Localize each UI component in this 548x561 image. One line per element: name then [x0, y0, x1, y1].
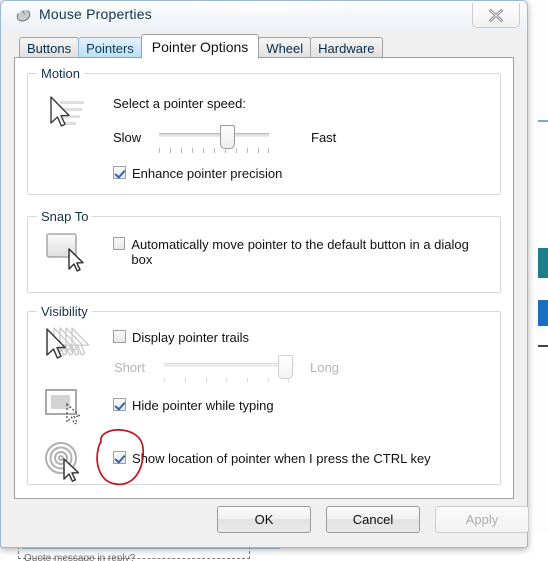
display-pointer-trails-checkbox[interactable]	[113, 330, 126, 343]
bg-right-rule-2	[538, 345, 548, 347]
tab-page-pointer-options: Motion Select a pointer speed: Slow Fast…	[14, 57, 514, 499]
display-pointer-trails-row[interactable]: Display pointer trails	[113, 330, 249, 345]
trails-slider-thumb[interactable]	[278, 355, 294, 379]
bg-right-rule	[538, 120, 548, 122]
tab-pointers[interactable]: Pointers	[78, 37, 142, 58]
tab-wheel[interactable]: Wheel	[258, 37, 312, 58]
hide-pointer-typing-checkbox[interactable]	[113, 398, 126, 411]
mouse-properties-dialog: Mouse Properties Buttons Pointers Pointe…	[0, 0, 529, 548]
tab-hardware[interactable]: Hardware	[310, 37, 383, 58]
hide-pointer-typing-row[interactable]: Hide pointer while typing	[113, 398, 274, 413]
pointer-speed-label: Select a pointer speed:	[113, 96, 246, 111]
dialog-titlebar[interactable]: Mouse Properties	[1, 1, 527, 31]
show-pointer-location-label: Show location of pointer when I press th…	[132, 451, 431, 466]
snap-to-default-button-row[interactable]: Automatically move pointer to the defaul…	[113, 237, 473, 267]
motion-group-title: Motion	[37, 66, 85, 81]
hide-pointer-typing-label: Hide pointer while typing	[132, 398, 274, 413]
visibility-group-title: Visibility	[37, 304, 92, 319]
trails-short-label: Short	[114, 360, 146, 375]
motion-group: Motion Select a pointer speed: Slow Fast…	[27, 66, 501, 195]
bg-accent-teal	[538, 248, 548, 278]
tab-strip: Buttons Pointers Pointer Options Wheel H…	[14, 34, 514, 59]
trails-slider-track	[164, 363, 294, 367]
locate-pointer-rings-icon	[45, 442, 80, 482]
visibility-group: Visibility Display pointer trails Short …	[27, 304, 501, 485]
mouse-icon	[16, 8, 31, 22]
bg-accent-blue-3	[538, 300, 548, 326]
tab-pointer-options[interactable]: Pointer Options	[140, 34, 260, 59]
pointer-trails-slider[interactable]	[164, 355, 294, 383]
display-pointer-trails-label: Display pointer trails	[132, 330, 250, 345]
snap-to-default-button-checkbox[interactable]	[113, 237, 126, 250]
bg-partial-text: Quote message in reply?	[24, 553, 136, 561]
fast-label: Fast	[311, 130, 337, 145]
tab-buttons[interactable]: Buttons	[19, 37, 80, 58]
pointer-speed-slider[interactable]	[159, 125, 269, 153]
slider-track	[159, 133, 269, 137]
pointer-speed-icon	[50, 96, 84, 127]
slider-thumb[interactable]	[219, 125, 235, 149]
dialog-title: Mouse Properties	[39, 6, 152, 22]
show-pointer-location-checkbox[interactable]	[113, 451, 126, 464]
enhance-pointer-precision-checkbox[interactable]	[113, 166, 126, 179]
hide-pointer-typing-icon	[45, 389, 82, 425]
show-pointer-location-row[interactable]: Show location of pointer when I press th…	[113, 451, 431, 466]
tab-container: Buttons Pointers Pointer Options Wheel H…	[14, 34, 514, 500]
enhance-pointer-precision-label: Enhance pointer precision	[132, 166, 283, 181]
ok-button[interactable]: OK	[217, 506, 311, 533]
slider-ticks	[159, 148, 269, 154]
snap-to-default-button-label: Automatically move pointer to the defaul…	[131, 237, 469, 267]
trails-slider-ticks	[164, 378, 294, 384]
apply-button: Apply	[435, 506, 529, 533]
snap-to-group-title: Snap To	[37, 209, 93, 224]
close-icon	[489, 8, 503, 22]
close-button[interactable]	[472, 3, 520, 28]
cancel-button[interactable]: Cancel	[326, 506, 420, 533]
trails-long-label: Long	[310, 360, 339, 375]
snap-to-group: Snap To Automatically move pointer to th…	[27, 209, 501, 293]
enhance-pointer-precision-row[interactable]: Enhance pointer precision	[113, 166, 282, 181]
pointer-trails-icon	[46, 327, 90, 359]
dialog-button-row: OK Cancel Apply	[14, 506, 529, 534]
snap-to-button-icon	[46, 233, 84, 272]
slow-label: Slow	[113, 130, 142, 145]
titlebar-gloss	[121, 1, 421, 17]
